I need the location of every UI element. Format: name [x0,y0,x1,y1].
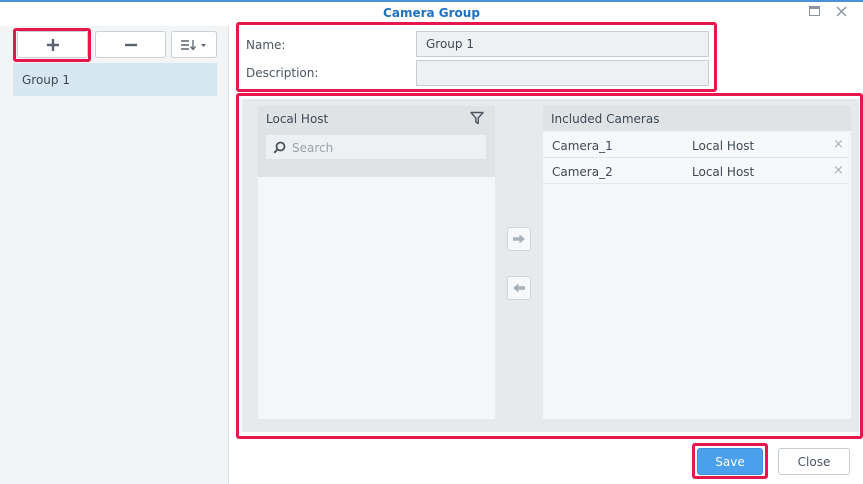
remove-camera-icon[interactable]: × [833,137,844,152]
table-row[interactable]: Camera_1 Local Host × [543,132,848,158]
plus-icon [46,38,59,51]
camera-name: Camera_1 [552,139,613,153]
search-icon [273,141,286,157]
sort-menu-icon [181,39,206,51]
name-field[interactable]: Group 1 [416,31,709,57]
move-right-button[interactable] [507,227,531,251]
add-group-button[interactable] [17,31,88,58]
move-left-button[interactable] [507,276,531,300]
camera-name: Camera_2 [552,165,613,179]
sort-menu-button[interactable] [171,31,217,58]
table-row[interactable]: Camera_2 Local Host × [543,158,848,184]
search-input[interactable]: Search [265,134,487,160]
camera-host: Local Host [692,165,755,179]
sidebar-item-group[interactable]: Group 1 [13,63,217,96]
remove-group-button[interactable] [95,31,166,58]
included-list-header: Included Cameras [543,106,851,131]
window-title: Camera Group [383,6,480,20]
minus-icon [124,43,137,46]
included-list-title: Included Cameras [551,112,660,126]
remove-camera-icon[interactable]: × [833,163,844,178]
filter-icon[interactable] [470,111,484,128]
save-button[interactable]: Save [697,448,763,475]
camera-host: Local Host [692,139,755,153]
sidebar-item-label: Group 1 [22,73,70,87]
maximize-icon[interactable] [809,6,820,20]
arrow-left-icon [513,283,525,293]
arrow-right-icon [513,234,525,244]
source-list-title: Local Host [266,112,329,126]
close-window-icon[interactable] [836,6,847,21]
title-bar: Camera Group [0,2,863,26]
description-field[interactable] [416,60,709,86]
description-label: Description: [246,66,319,80]
included-cameras-list: Included Cameras Camera_1 Local Host × C… [543,106,851,419]
close-button[interactable]: Close [778,448,850,475]
source-list-header: Local Host [258,106,495,131]
name-label: Name: [246,38,286,52]
search-bar: Search [258,131,495,177]
source-camera-list: Local Host Search [258,106,495,419]
